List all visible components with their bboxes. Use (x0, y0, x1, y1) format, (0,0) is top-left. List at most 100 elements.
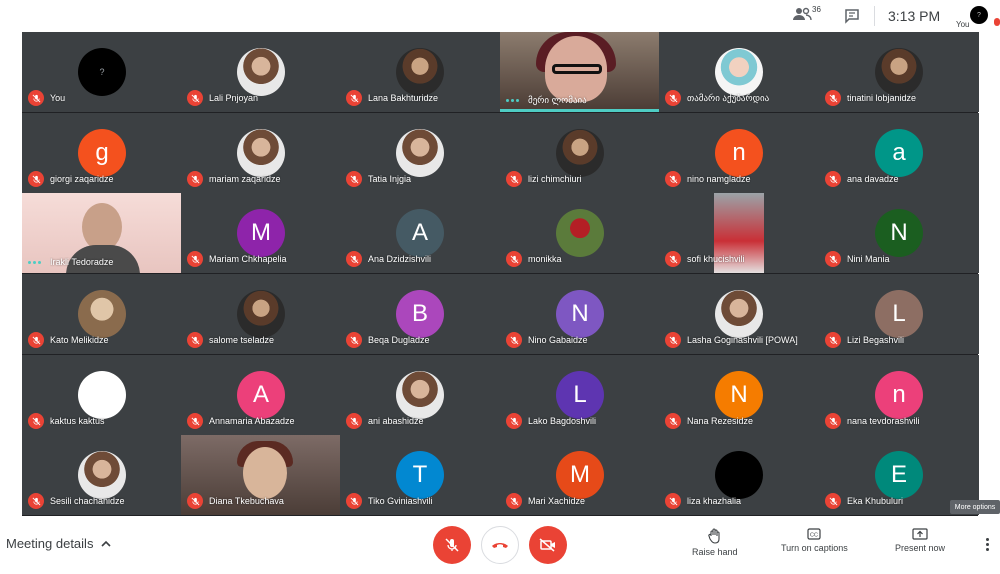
people-button[interactable]: 36 (792, 5, 822, 25)
svg-text:CC: CC (810, 533, 818, 539)
participant-tile[interactable]: sofi khucishvili (659, 193, 819, 273)
participant-tile[interactable]: kaktus kaktus (22, 355, 182, 435)
raise-hand-button[interactable]: Raise hand (692, 528, 738, 557)
mic-muted-icon (28, 171, 44, 187)
participant-tile[interactable]: Lali Pnjoyan (181, 32, 341, 112)
speaking-indicator-icon (506, 96, 522, 106)
participant-tile[interactable]: a ana davadze (819, 113, 979, 193)
participant-tile[interactable]: mariam zaqaridze (181, 113, 341, 193)
more-options-button[interactable] (986, 538, 989, 551)
participant-tile[interactable]: L Lako Bagdoshvili (500, 355, 660, 435)
avatar: M (556, 451, 604, 499)
participant-name-row: Irakli Tedoradze (28, 257, 178, 267)
participant-tile[interactable]: თამარი აქუბარდია (659, 32, 819, 112)
avatar: M (237, 209, 285, 257)
avatar (237, 290, 285, 338)
mic-muted-icon (346, 493, 362, 509)
participant-tile[interactable]: Kato Melikidze (22, 274, 182, 354)
mic-muted-icon (506, 171, 522, 187)
mic-muted-icon (187, 90, 203, 106)
participant-name: nino namgladze (687, 174, 751, 184)
participant-tile[interactable]: ani abashidze (340, 355, 500, 435)
avatar: T (396, 451, 444, 499)
avatar (396, 371, 444, 419)
leave-call-button[interactable] (481, 526, 519, 564)
participant-tile[interactable]: n nino namgladze (659, 113, 819, 193)
participant-tile[interactable]: Irakli Tedoradze (22, 193, 182, 273)
mic-muted-icon (28, 493, 44, 509)
participant-name: Irakli Tedoradze (50, 257, 114, 267)
participant-name: Diana Tkebuchava (209, 496, 284, 506)
participant-tile[interactable]: N Nino Gabaidze (500, 274, 660, 354)
participant-tile[interactable]: liza khazhalia (659, 435, 819, 515)
kebab-dot (986, 543, 989, 546)
participant-name-row: nino namgladze (665, 171, 815, 187)
participant-tile[interactable]: N Nana Rezesidze (659, 355, 819, 435)
participant-name-row: kaktus kaktus (28, 413, 178, 429)
mic-toggle-button[interactable] (433, 526, 471, 564)
participant-tile[interactable]: Diana Tkebuchava (181, 435, 341, 515)
self-mic-indicator (994, 18, 1000, 26)
participant-tile[interactable]: M Mari Xachidze (500, 435, 660, 515)
participant-grid: ? You Lali Pnjoyan Lana Bakhturidze მერი ლომ… (22, 32, 979, 516)
participant-tile[interactable]: ? You (22, 32, 182, 112)
participant-tile[interactable]: T Tiko Gviniashvili (340, 435, 500, 515)
meeting-details-button[interactable]: Meeting details (6, 536, 112, 551)
participant-tile[interactable]: Tatia Injgia (340, 113, 500, 193)
participant-tile[interactable]: L Lizi Begashvili (819, 274, 979, 354)
participant-name-row: monikka (506, 251, 656, 267)
right-margin (978, 32, 1000, 516)
participant-name-row: Kato Melikidze (28, 332, 178, 348)
participant-name-row: Lasha Goginashvili [POWA] (665, 332, 815, 348)
participant-name-row: tinatini lobjanidze (825, 90, 975, 106)
participant-name-row: მერი ლომაია (506, 95, 656, 106)
participant-name: salome tseladze (209, 335, 275, 345)
participant-tile[interactable]: M Mariam Chkhapelia (181, 193, 341, 273)
participant-tile[interactable]: Lasha Goginashvili [POWA] (659, 274, 819, 354)
mic-muted-icon (825, 90, 841, 106)
bottom-bar: Meeting details Raise hand CC Turn on ca… (0, 516, 1000, 574)
participant-name: ani abashidze (368, 416, 424, 426)
mic-muted-icon (665, 90, 681, 106)
participant-tile[interactable]: Sesili chachanidze (22, 435, 182, 515)
camera-off-icon (539, 538, 555, 552)
participant-name: monikka (528, 254, 562, 264)
participant-tile[interactable]: n nana tevdorashvili (819, 355, 979, 435)
mic-muted-icon (187, 493, 203, 509)
participant-tile[interactable]: salome tseladze (181, 274, 341, 354)
self-thumb-initial: ? (977, 11, 981, 19)
participant-tile[interactable]: monikka (500, 193, 660, 273)
mic-muted-icon (665, 171, 681, 187)
participant-name: Lako Bagdoshvili (528, 416, 597, 426)
participant-name-row: Tatia Injgia (346, 171, 496, 187)
hang-up-icon (492, 543, 508, 548)
participant-name-row: mariam zaqaridze (187, 171, 337, 187)
participant-tile[interactable]: B Beqa Dugladze (340, 274, 500, 354)
chat-button[interactable] (844, 8, 860, 24)
participant-tile[interactable]: A Annamaria Abazadze (181, 355, 341, 435)
participant-name: Sesili chachanidze (50, 496, 125, 506)
self-view-thumbnail[interactable]: ? (970, 6, 988, 24)
mic-off-icon (445, 538, 459, 552)
present-now-button[interactable]: Present now (895, 528, 945, 553)
participant-tile[interactable]: მერი ლომაია (500, 32, 660, 112)
participant-tile[interactable]: g giorgi zaqaridze (22, 113, 182, 193)
participant-tile[interactable]: A Ana Dzidzishvili (340, 193, 500, 273)
participant-name: Nini Mania (847, 254, 890, 264)
avatar: a (875, 129, 923, 177)
captions-button[interactable]: CC Turn on captions (781, 528, 848, 553)
participant-tile[interactable]: N Nini Mania (819, 193, 979, 273)
avatar: L (875, 290, 923, 338)
mic-muted-icon (665, 251, 681, 267)
mic-muted-icon (28, 413, 44, 429)
avatar (237, 129, 285, 177)
participant-name-row: Nini Mania (825, 251, 975, 267)
mic-muted-icon (825, 332, 841, 348)
participant-tile[interactable]: tinatini lobjanidze (819, 32, 979, 112)
camera-toggle-button[interactable] (529, 526, 567, 564)
participant-name-row: Lizi Begashvili (825, 332, 975, 348)
participant-name-row: nana tevdorashvili (825, 413, 975, 429)
participant-tile[interactable]: lizi chimchiuri (500, 113, 660, 193)
participant-name: ana davadze (847, 174, 899, 184)
participant-tile[interactable]: Lana Bakhturidze (340, 32, 500, 112)
